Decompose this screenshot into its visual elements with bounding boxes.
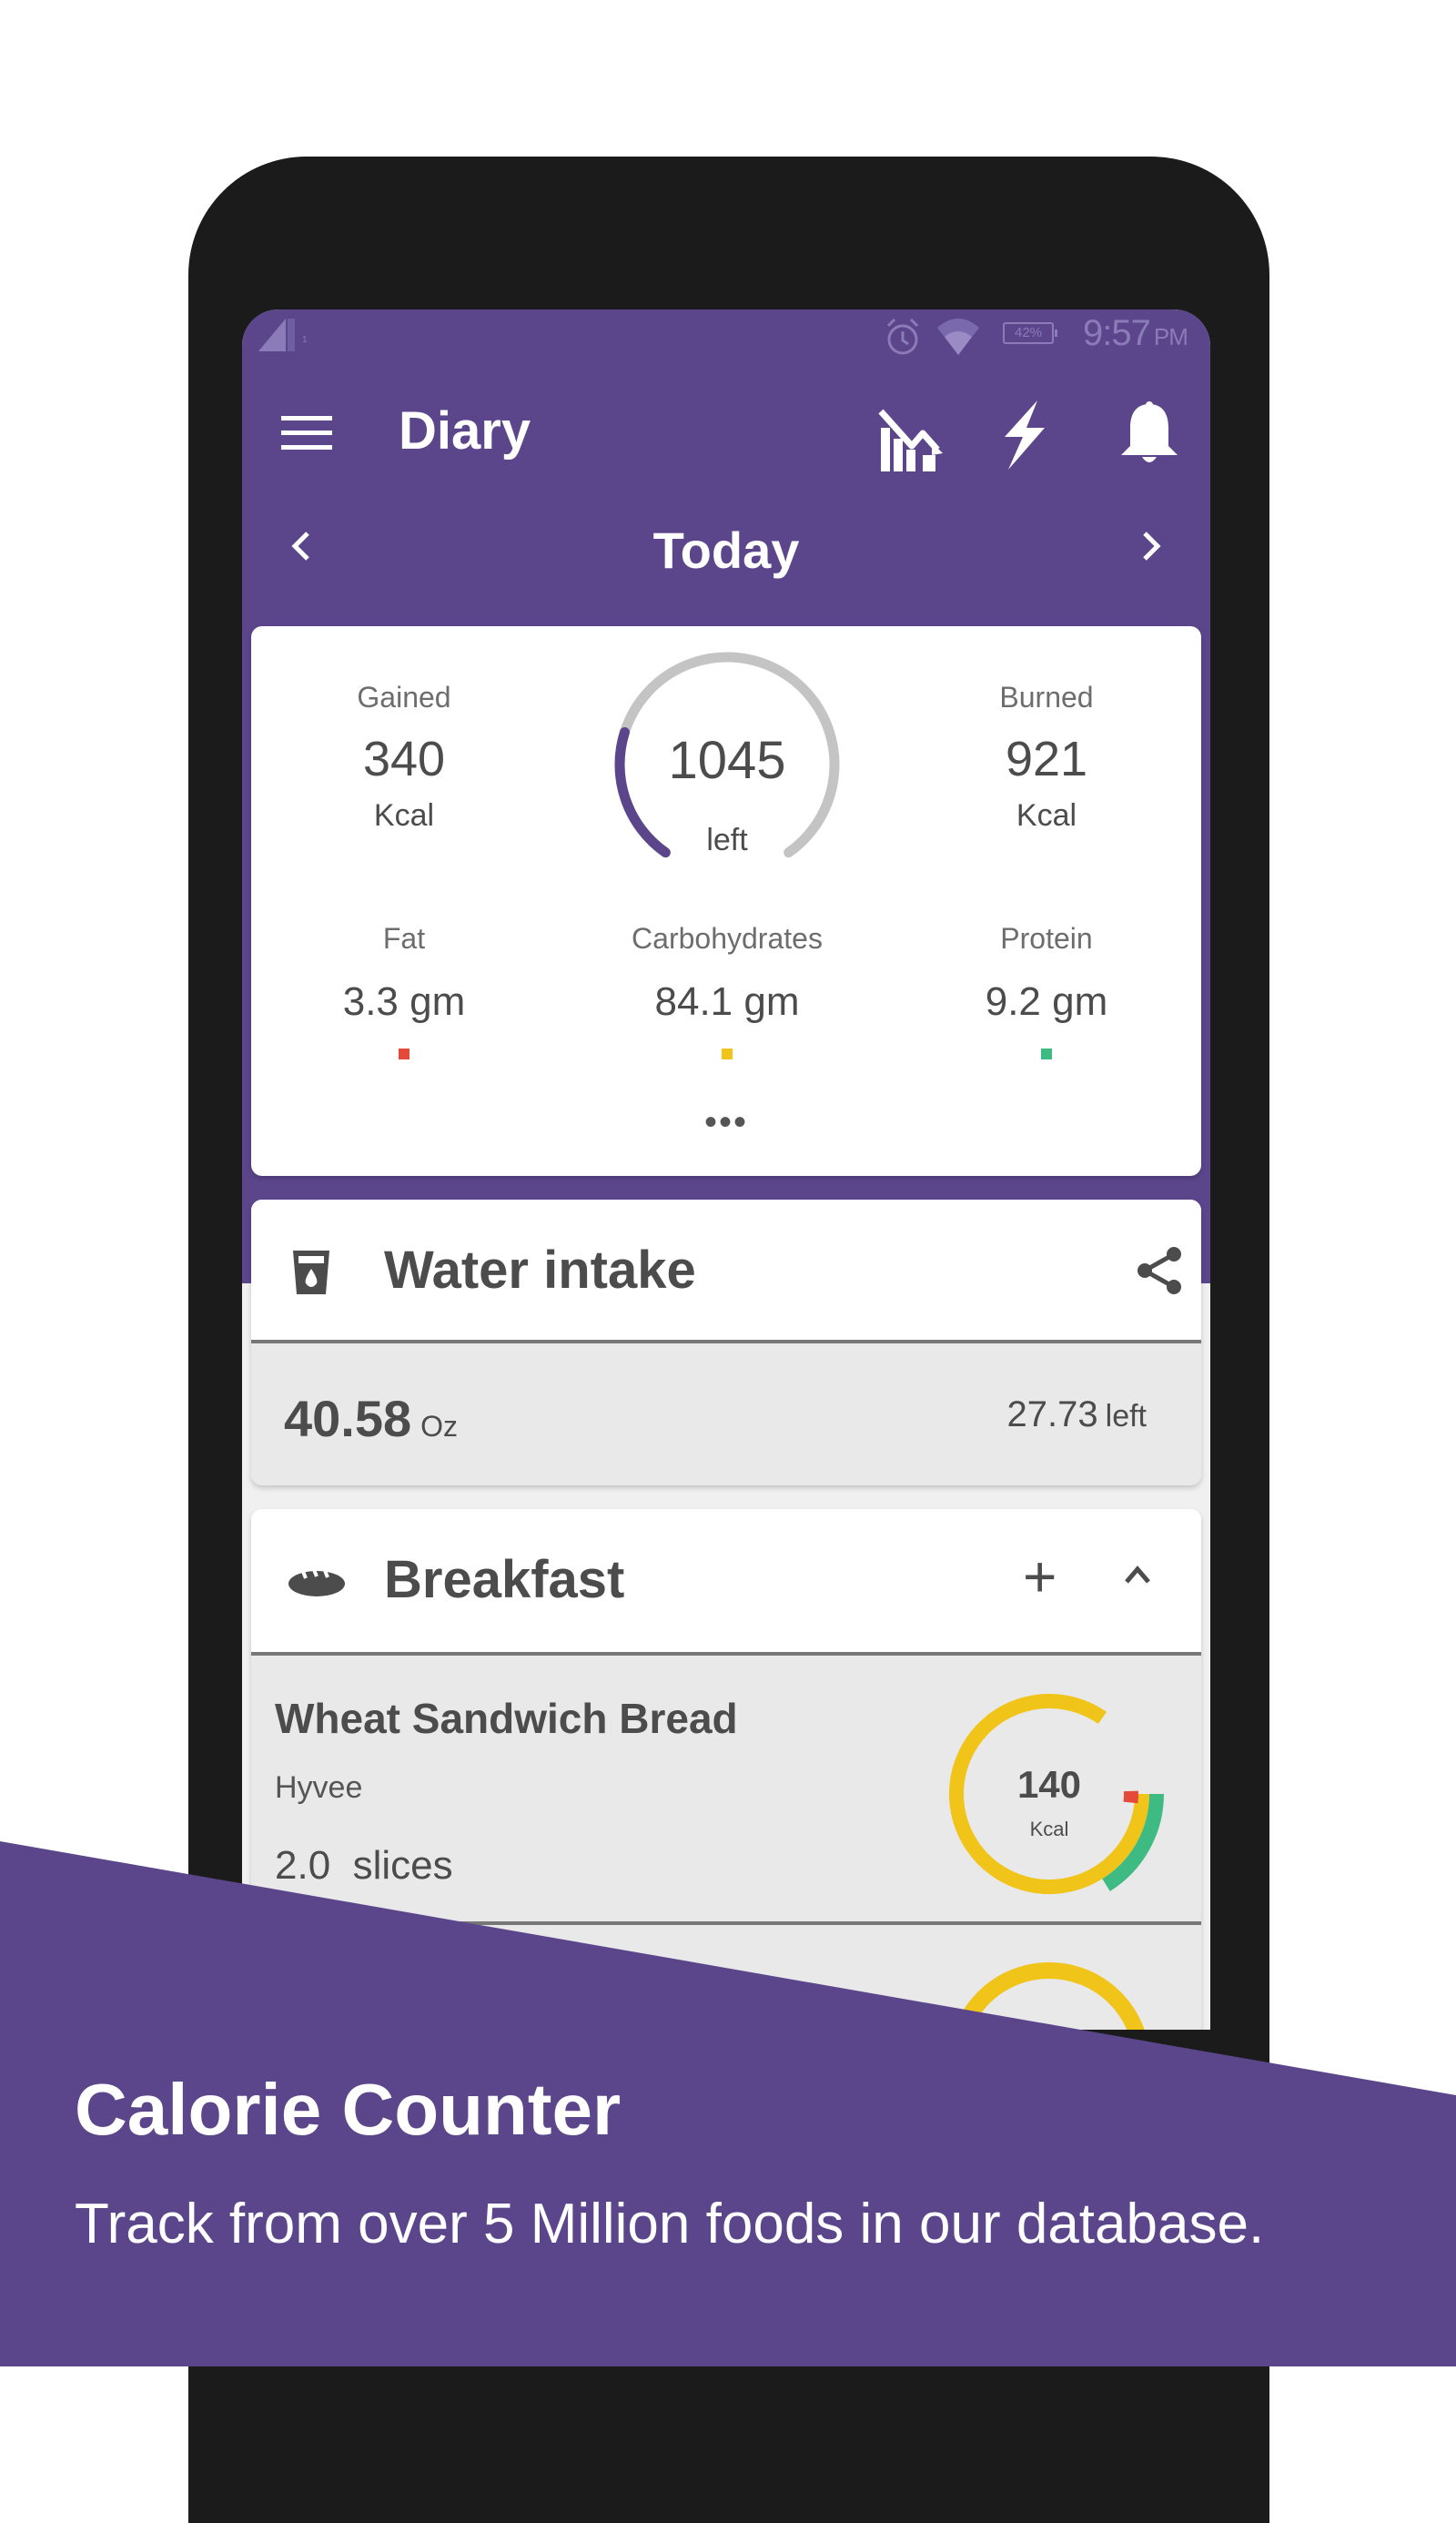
promo-banner: [0, 0, 1456, 2366]
promo-title: Calorie Counter: [75, 2068, 621, 2152]
promo-subtitle: Track from over 5 Million foods in our d…: [75, 2192, 1264, 2256]
